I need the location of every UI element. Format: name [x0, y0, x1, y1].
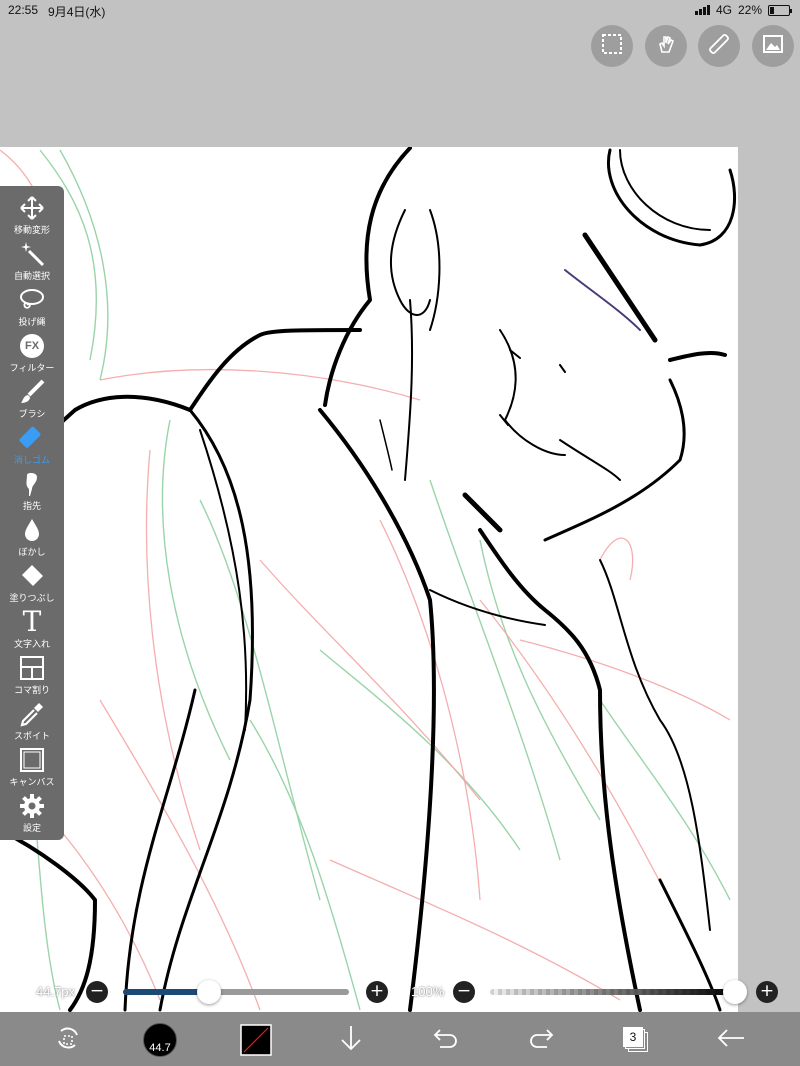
layers-icon: 3 [623, 1027, 649, 1053]
tool-blur-drop[interactable]: ぼかし [0, 516, 64, 562]
tool-label: ブラシ [18, 409, 46, 419]
import-button[interactable] [333, 1022, 369, 1058]
opacity-slider-knob[interactable] [723, 980, 747, 1004]
battery-percent: 22% [737, 3, 762, 17]
ruler-button[interactable] [698, 25, 740, 67]
brush-size-decrease-button[interactable]: − [86, 981, 108, 1003]
ruler-icon [707, 32, 731, 61]
redo-icon [527, 1026, 555, 1055]
tool-gear[interactable]: 設定 [0, 792, 64, 838]
tool-label: ぼかし [18, 547, 46, 557]
selection-icon [600, 32, 624, 61]
tool-label: キャンバス [9, 777, 55, 787]
gesture-button[interactable] [645, 25, 687, 67]
tool-label: 移動変形 [13, 225, 50, 235]
tool-label: 塗りつぶし [9, 593, 55, 603]
status-bar: 22:55 9月4日(水) 4G 22% [0, 0, 800, 20]
tool-label: 文字入れ [13, 639, 50, 649]
color-button[interactable] [238, 1022, 274, 1058]
fx-filter-icon: FX [17, 332, 47, 360]
brush-icon [17, 378, 47, 406]
arrow-down-icon [338, 1024, 364, 1057]
brush-preview-icon: 44.7 [143, 1023, 177, 1057]
blur-drop-icon [17, 516, 47, 544]
hand-correction-button[interactable] [50, 1022, 86, 1058]
tool-finger-smudge[interactable]: 指先 [0, 470, 64, 516]
drawing-canvas[interactable] [0, 147, 738, 1012]
layers-button[interactable]: 3 [618, 1022, 654, 1058]
tool-canvas[interactable]: キャンバス [0, 746, 64, 792]
tool-frame-divider[interactable]: コマ割り [0, 654, 64, 700]
text-icon: T [22, 605, 42, 638]
tool-palette: 移動変形自動選択投げ縄 FX フィルターブラシ消しゴム指先ぼかし塗りつぶし T 文字入れ… [0, 186, 64, 840]
frame-divider-icon [17, 654, 47, 682]
material-button[interactable] [752, 25, 794, 67]
brush-size-value: 44.7px [36, 984, 76, 999]
opacity-decrease-button[interactable]: − [453, 981, 475, 1003]
tool-label: スポイト [13, 731, 50, 741]
battery-fill [770, 6, 775, 14]
tool-move-transform[interactable]: 移動変形 [0, 194, 64, 240]
material-image-icon [761, 32, 785, 61]
brush-size-slider-fill [123, 989, 209, 995]
eyedropper-icon [17, 700, 47, 728]
tool-eraser[interactable]: 消しゴム [0, 424, 64, 470]
canvas-icon [17, 746, 47, 774]
network-type: 4G [715, 3, 732, 17]
signal-icon [694, 5, 710, 15]
brush-size-slider-knob[interactable] [196, 980, 221, 1004]
redo-button[interactable] [523, 1022, 559, 1058]
tool-label: コマ割り [13, 685, 50, 695]
rotate-correction-icon [53, 1023, 83, 1058]
battery-icon [768, 4, 792, 16]
layer-count: 3 [623, 1027, 643, 1047]
selection-button[interactable] [591, 25, 633, 67]
tool-magic-wand[interactable]: 自動選択 [0, 240, 64, 286]
tool-eyedropper[interactable]: スポイト [0, 700, 64, 746]
clock-date: 9月4日(水) [48, 5, 106, 19]
tool-brush[interactable]: ブラシ [0, 378, 64, 424]
tool-label: 設定 [22, 823, 41, 833]
color-swatch-icon [240, 1024, 272, 1056]
bottom-toolbar: 44.7 3 [0, 1012, 800, 1066]
gear-icon [17, 792, 47, 820]
finger-smudge-icon [17, 470, 47, 498]
move-transform-icon [17, 194, 47, 222]
brush-preview-label: 44.7 [149, 1042, 171, 1054]
arrow-left-icon [716, 1028, 746, 1053]
brush-size-slider[interactable] [123, 989, 349, 995]
back-button[interactable] [713, 1022, 749, 1058]
undo-button[interactable] [428, 1022, 464, 1058]
tool-label: 自動選択 [13, 271, 50, 281]
tool-label: 指先 [22, 501, 41, 511]
tool-label: 投げ縄 [18, 317, 46, 327]
brush-size-increase-button[interactable]: + [366, 981, 388, 1003]
eraser-icon [17, 424, 47, 452]
tool-label: フィルター [9, 363, 55, 373]
artwork [0, 147, 737, 1012]
brush-preview-button[interactable]: 44.7 [142, 1022, 178, 1058]
tool-text[interactable]: T 文字入れ [0, 608, 64, 654]
clock-time: 22:55 [8, 3, 39, 17]
opacity-increase-button[interactable]: + [756, 981, 778, 1003]
magic-wand-icon [17, 240, 47, 268]
tool-label: 消しゴム [13, 455, 50, 465]
bucket-fill-icon [17, 562, 47, 590]
tool-bucket-fill[interactable]: 塗りつぶし [0, 562, 64, 608]
gesture-hand-icon [654, 32, 678, 61]
opacity-slider[interactable] [490, 989, 735, 995]
opacity-value: 100% [411, 984, 445, 999]
undo-icon [432, 1026, 460, 1055]
tool-fx-filter[interactable]: FX フィルター [0, 332, 64, 378]
tool-lasso[interactable]: 投げ縄 [0, 286, 64, 332]
lasso-icon [17, 286, 47, 314]
